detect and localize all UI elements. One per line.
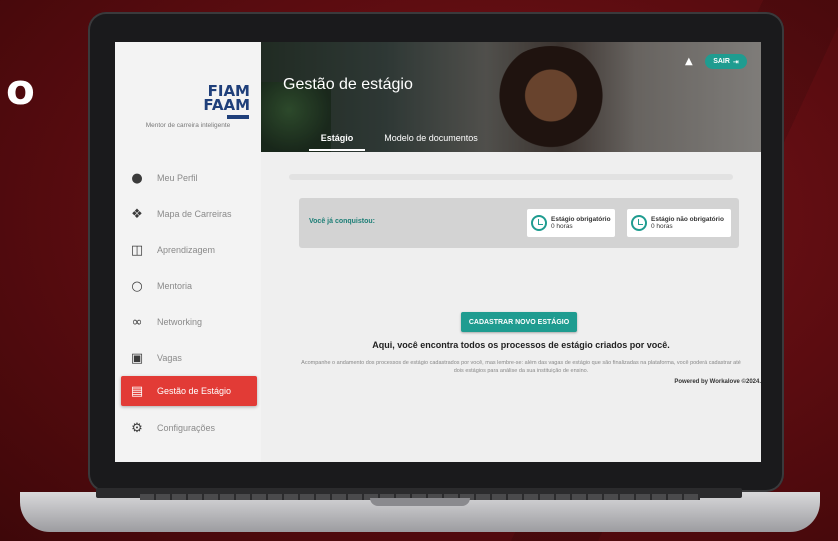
background-letter: o <box>6 65 35 114</box>
logo-underline <box>227 115 249 119</box>
tab-modelo-de-documentos[interactable]: Modelo de documentos <box>381 133 481 149</box>
gear-icon: ⚙ <box>131 420 143 436</box>
sidebar-item-label: Configurações <box>157 423 216 433</box>
sidebar-item-label: Vagas <box>157 353 182 363</box>
chat-icon: ○ <box>131 278 143 294</box>
tab-estagio[interactable]: Estágio <box>309 133 365 151</box>
badge-value: 0 horas <box>651 223 673 230</box>
headline: Aqui, você encontra todos os processos d… <box>372 340 670 350</box>
sidebar-item-label: Meu Perfil <box>157 173 198 183</box>
clock-icon <box>631 215 647 231</box>
user-icon: ● <box>131 170 143 186</box>
clock-icon <box>531 215 547 231</box>
badge-title: Estágio não obrigatório <box>651 216 724 223</box>
description: Acompanhe o andamento dos processos de e… <box>301 360 741 374</box>
book-icon: ◫ <box>130 242 144 258</box>
sidebar-item-networking[interactable]: ∞ Networking <box>121 308 257 336</box>
laptop-notch <box>370 498 470 506</box>
sidebar: FIAM FAAM Mentor de carreira inteligente… <box>115 42 261 462</box>
badge-value: 0 horas <box>551 223 573 230</box>
main-content: Você já conquistou: Estágio obrigatório … <box>261 152 761 462</box>
sidebar-item-gestao-de-estagio[interactable]: ▤ Gestão de Estágio <box>121 376 257 406</box>
add-internship-button[interactable]: CADASTRAR NOVO ESTÁGIO <box>461 312 577 332</box>
achievements-card: Você já conquistou: Estágio obrigatório … <box>299 198 739 248</box>
sidebar-item-label: Gestão de Estágio <box>157 386 232 396</box>
logout-icon: ⇥ <box>732 57 739 66</box>
sidebar-item-label: Aprendizagem <box>157 245 216 255</box>
page-header: Gestão de estágio ▲ SAIR ⇥ Estágio Model… <box>261 42 761 152</box>
sidebar-item-configuracoes[interactable]: ⚙ Configurações <box>121 414 257 442</box>
logout-button[interactable]: SAIR ⇥ <box>705 54 747 69</box>
page-title: Gestão de estágio <box>283 76 413 93</box>
logout-label: SAIR <box>713 58 730 65</box>
app-screen: FIAM FAAM Mentor de carreira inteligente… <box>115 42 761 462</box>
sidebar-item-meu-perfil[interactable]: ● Meu Perfil <box>121 164 257 192</box>
sidebar-item-label: Mapa de Carreiras <box>157 209 232 219</box>
achievements-label: Você já conquistou: <box>309 218 375 225</box>
sidebar-item-label: Mentoria <box>157 281 193 291</box>
fiam-faam-logo: FIAM FAAM <box>194 84 250 116</box>
sidebar-item-aprendizagem[interactable]: ◫ Aprendizagem <box>121 236 257 264</box>
sidebar-item-label: Networking <box>157 317 203 327</box>
badge-estagio-nao-obrigatorio: Estágio não obrigatório 0 horas <box>627 209 731 237</box>
sidebar-item-vagas[interactable]: ▣ Vagas <box>121 344 257 372</box>
badge-title: Estágio obrigatório <box>551 216 611 223</box>
tagline: Mentor de carreira inteligente <box>145 122 231 129</box>
sidebar-item-mentoria[interactable]: ○ Mentoria <box>121 272 257 300</box>
powered-by: Powered by Workalove ©2024. <box>674 379 761 385</box>
map-icon: ❖ <box>131 206 143 222</box>
progress-strip <box>289 174 733 180</box>
badge-estagio-obrigatorio: Estágio obrigatório 0 horas <box>527 209 615 237</box>
bell-icon[interactable]: ▲ <box>685 56 695 68</box>
briefcase-icon: ▣ <box>130 350 144 366</box>
sidebar-item-mapa-de-carreiras[interactable]: ❖ Mapa de Carreiras <box>121 200 257 228</box>
logo-line-2: FAAM <box>203 96 250 114</box>
people-icon: ∞ <box>131 314 143 330</box>
document-icon: ▤ <box>130 383 144 399</box>
